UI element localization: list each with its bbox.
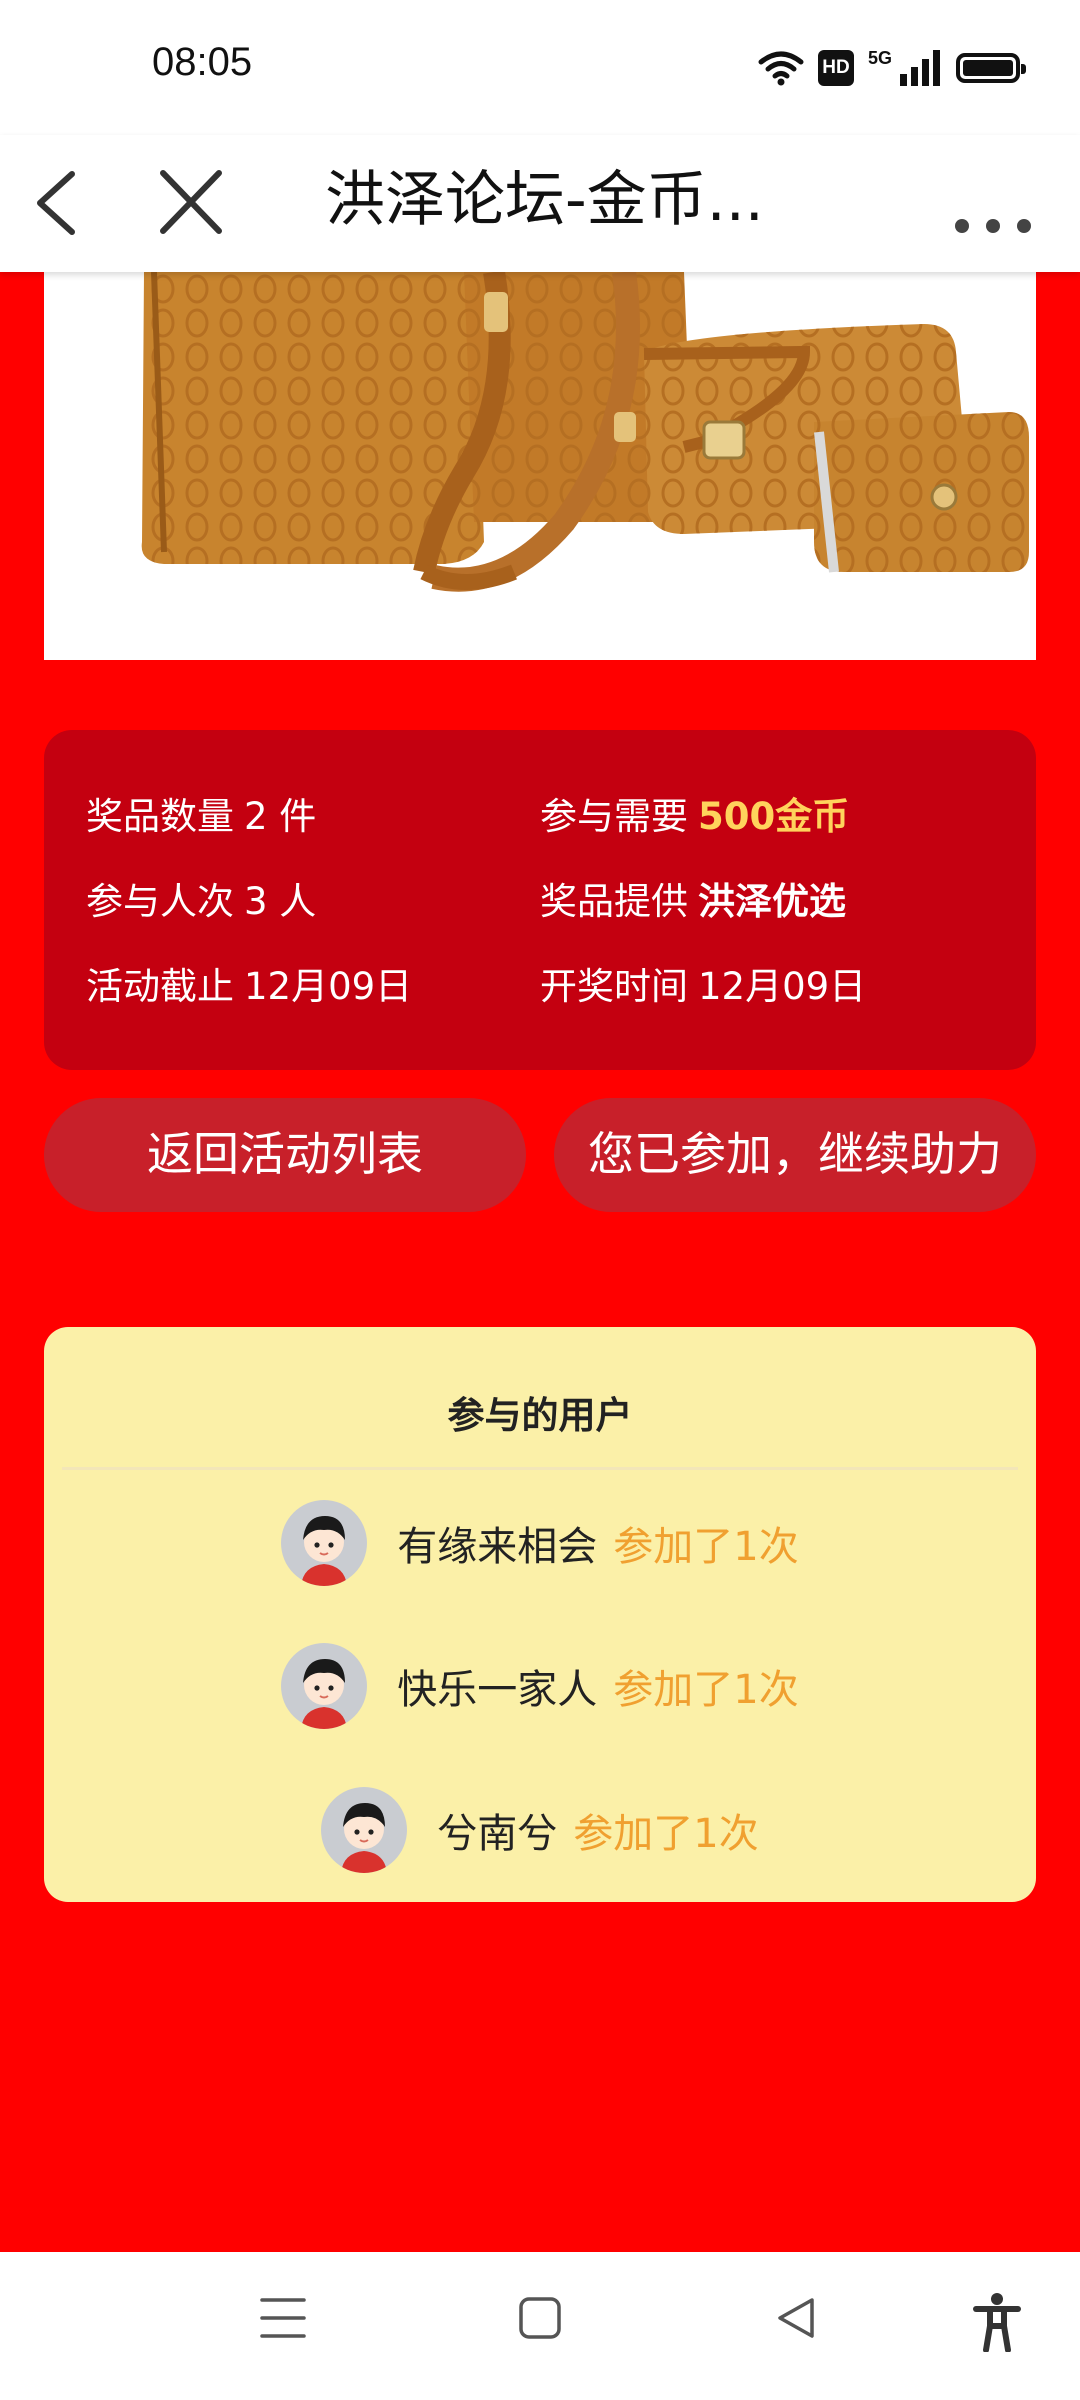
participant-count-text: 参加了1次: [613, 1667, 799, 1713]
accessibility-icon[interactable]: [972, 2292, 1022, 2352]
system-navigation-bar: [0, 2252, 1080, 2400]
participant-row[interactable]: 快乐一家人 参加了1次: [44, 1643, 1036, 1729]
participant-row[interactable]: 有缘来相会 参加了1次: [44, 1500, 1036, 1586]
participant-count-text: 参加了1次: [613, 1524, 799, 1570]
participants-divider: [62, 1467, 1018, 1470]
participant-count-value: 3 人: [244, 880, 317, 923]
prize-info-card: 奖品数量 2 件 参与需要 500金币 参与人次 3 人 奖品提供 洪泽优选 活动截止 1…: [44, 730, 1036, 1070]
product-image: [44, 272, 1036, 660]
participant-count-text: 参加了1次: [573, 1811, 759, 1857]
avatar: [321, 1787, 408, 1873]
prize-provider: 奖品提供 洪泽优选: [540, 871, 846, 925]
signal-icon: [900, 50, 940, 86]
continue-help-button[interactable]: 您已参加，继续助力: [554, 1098, 1036, 1212]
participation-cost-value: 500金币: [698, 795, 850, 838]
participation-cost: 参与需要 500金币: [540, 786, 849, 840]
prize-provider-value: 洪泽优选: [698, 880, 846, 923]
prize-provider-label: 奖品提供: [540, 880, 688, 923]
hd-icon: HD: [817, 50, 854, 86]
activity-deadline-value: 12月09日: [244, 965, 413, 1008]
participation-cost-label: 参与需要: [540, 795, 688, 838]
menu-icon[interactable]: [258, 2292, 308, 2344]
participant-name: 有缘来相会: [397, 1524, 598, 1570]
avatar: [281, 1643, 368, 1729]
battery-icon: [956, 53, 1026, 83]
page-title: 洪泽论坛-金币...: [325, 165, 764, 235]
wifi-icon: [758, 51, 804, 86]
participant-row[interactable]: 兮南兮 参加了1次: [44, 1787, 1036, 1873]
participant-count-label: 参与人次: [86, 880, 234, 923]
status-bar: 08:05 HD 5G: [0, 0, 1080, 135]
handbag-set-illustration: [141, 272, 1029, 592]
back-icon[interactable]: [28, 165, 88, 240]
status-time: 08:05: [152, 40, 253, 84]
activity-deadline: 活动截止 12月09日: [86, 956, 412, 1010]
participant-count: 参与人次 3 人: [86, 871, 316, 925]
avatar: [281, 1500, 368, 1586]
prize-quantity-value: 2 件: [244, 795, 317, 838]
activity-deadline-label: 活动截止: [86, 965, 234, 1008]
draw-time-value: 12月09日: [698, 965, 867, 1008]
prize-quantity: 奖品数量 2 件: [86, 786, 316, 840]
back-triangle-icon[interactable]: [772, 2292, 822, 2344]
status-icons: HD 5G: [758, 44, 1026, 92]
draw-time-label: 开奖时间: [540, 965, 688, 1008]
page-header: 洪泽论坛-金币...: [0, 135, 1080, 272]
prize-quantity-label: 奖品数量: [86, 795, 234, 838]
home-square-icon[interactable]: [515, 2292, 565, 2344]
participants-card: 参与的用户 有缘来相会 参加了1次 快乐一家人 参加了1次 兮南兮 参加了1次: [44, 1327, 1036, 1902]
draw-time: 开奖时间 12月09日: [540, 956, 866, 1010]
participant-name: 兮南兮: [437, 1811, 558, 1857]
participants-title: 参与的用户: [447, 1394, 633, 1437]
more-icon[interactable]: [942, 173, 1052, 233]
page-content: 奖品数量 2 件 参与需要 500金币 参与人次 3 人 奖品提供 洪泽优选 活动截止 1…: [0, 272, 1080, 2252]
network-type-label: 5G: [867, 47, 892, 68]
back-to-activity-list-button[interactable]: 返回活动列表: [44, 1098, 526, 1212]
close-icon[interactable]: [155, 165, 227, 240]
participant-name: 快乐一家人: [397, 1667, 598, 1713]
